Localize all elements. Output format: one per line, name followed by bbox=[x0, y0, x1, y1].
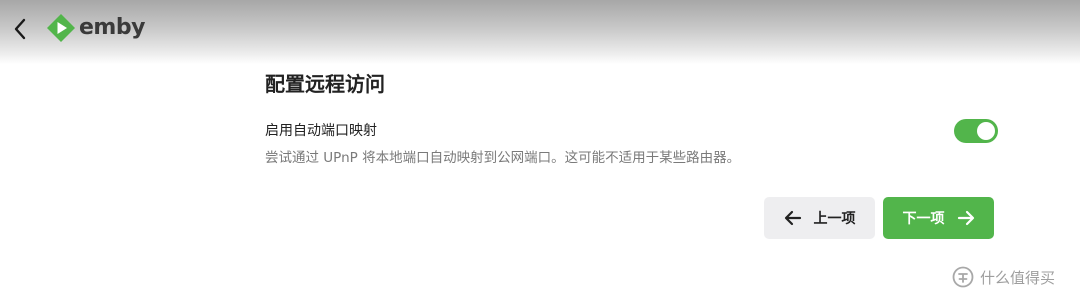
auto-port-mapping-description: 尝试通过 UPnP 将本地端口自动映射到公网端口。这可能不适用于某些路由器。 bbox=[265, 150, 741, 166]
back-button[interactable] bbox=[6, 14, 34, 44]
chevron-left-icon bbox=[14, 18, 26, 40]
smzdm-logo-icon bbox=[952, 266, 974, 288]
page-title: 配置远程访问 bbox=[265, 72, 385, 96]
next-button[interactable]: 下一项 bbox=[883, 197, 994, 239]
logo-text: emby bbox=[79, 15, 145, 40]
toggle-knob bbox=[977, 122, 995, 140]
arrow-right-icon bbox=[957, 210, 974, 226]
prev-button[interactable]: 上一项 bbox=[764, 197, 875, 239]
next-button-label: 下一项 bbox=[902, 211, 945, 227]
auto-port-mapping-label: 启用自动端口映射 bbox=[265, 123, 377, 139]
prev-button-label: 上一项 bbox=[813, 211, 856, 227]
emby-logo[interactable]: emby bbox=[46, 13, 145, 43]
emby-logo-icon bbox=[47, 14, 75, 42]
watermark-text: 什么值得买 bbox=[980, 268, 1056, 287]
arrow-left-icon bbox=[784, 210, 801, 226]
watermark: 什么值得买 bbox=[952, 266, 1055, 288]
auto-port-mapping-toggle[interactable] bbox=[954, 119, 998, 143]
app-header: emby bbox=[0, 0, 1080, 64]
